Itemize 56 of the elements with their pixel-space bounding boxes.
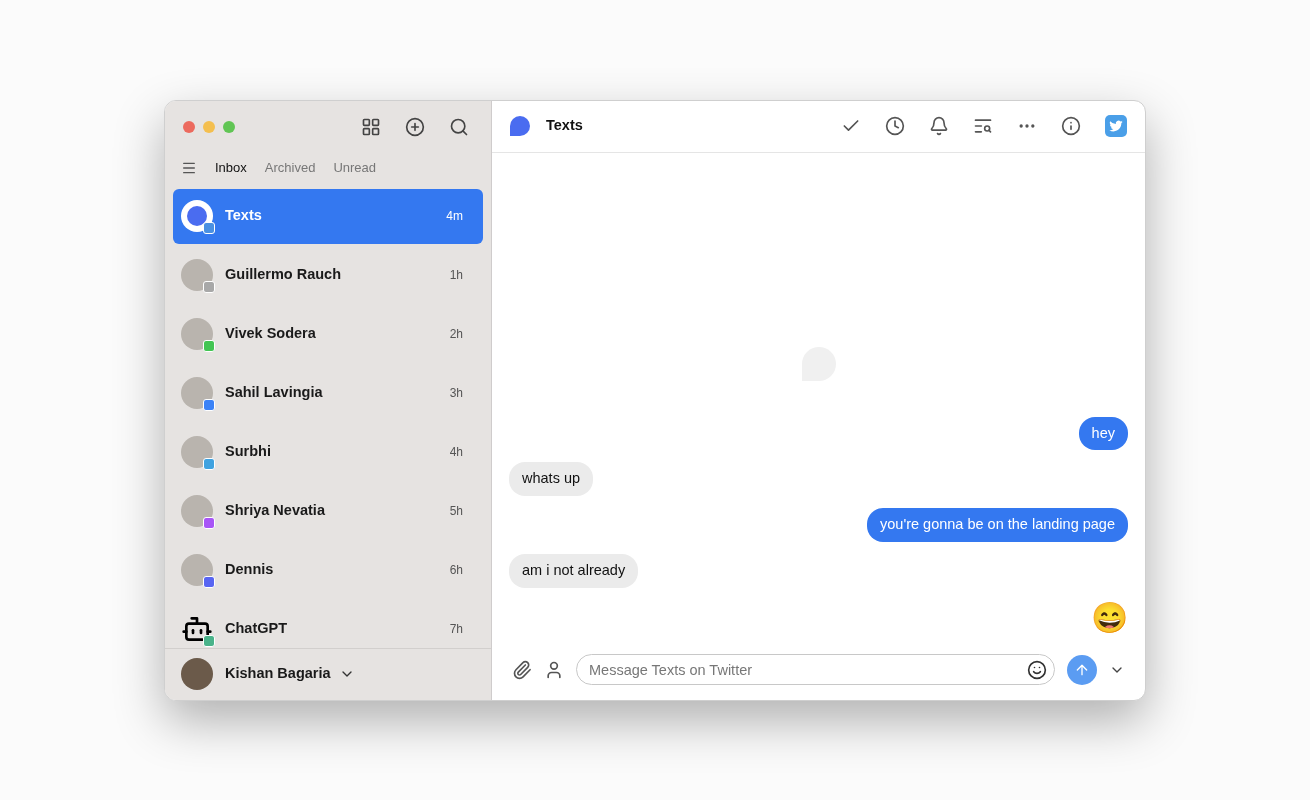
app-logo-icon xyxy=(181,200,213,232)
time-label: 3h xyxy=(449,385,464,401)
conversation-item[interactable]: Guillermo Rauch 1h xyxy=(173,247,483,303)
avatar xyxy=(181,377,213,409)
message-input[interactable]: Message Texts on Twitter xyxy=(576,654,1055,685)
info-icon[interactable] xyxy=(1061,116,1081,136)
time-label: 4m xyxy=(446,208,464,224)
time-label: 1h xyxy=(449,267,464,283)
sent-message: hey xyxy=(1078,416,1128,451)
contact-name: Shriya Nevatia xyxy=(225,501,325,521)
contact-name: Vivek Sodera xyxy=(225,324,316,344)
time-label: 6h xyxy=(449,562,464,578)
chat-title: Texts xyxy=(546,116,583,136)
contact-name: Dennis xyxy=(225,560,274,580)
conversation-item[interactable]: Dennis 6h xyxy=(173,542,483,598)
bird-app-icon[interactable] xyxy=(1105,115,1127,137)
time-label: 2h xyxy=(449,326,464,342)
emoji-message: 😄 xyxy=(1091,599,1128,636)
contact-name: Texts xyxy=(225,206,262,226)
filter-tab[interactable]: Unread xyxy=(333,157,377,178)
time-label: 7h xyxy=(449,621,464,637)
account-name[interactable]: Kishan Bagaria xyxy=(225,663,331,685)
send-button[interactable] xyxy=(1067,654,1097,685)
bell-icon[interactable] xyxy=(929,116,949,136)
search-in-chat-icon[interactable] xyxy=(973,116,993,136)
conversation-item[interactable]: Shriya Nevatia 5h xyxy=(173,483,483,539)
attachment-icon[interactable] xyxy=(512,659,532,680)
search-icon[interactable] xyxy=(449,116,469,137)
received-message: whats up xyxy=(509,462,594,496)
time-label: 5h xyxy=(449,503,464,519)
avatar xyxy=(181,259,213,291)
conversation-item[interactable]: Surbhi 4h xyxy=(173,424,483,480)
contact-name: Surbhi xyxy=(225,442,271,462)
sent-message: you're gonna be on the landing page xyxy=(867,508,1128,542)
avatar xyxy=(181,554,213,586)
conversation-item[interactable]: ChatGPT 7h xyxy=(173,601,483,648)
contact-name: Sahil Lavingia xyxy=(225,383,323,403)
filter-tab[interactable]: Inbox xyxy=(215,157,247,178)
clock-icon[interactable] xyxy=(885,116,905,136)
contact-name: ChatGPT xyxy=(225,619,288,639)
emoji-icon[interactable] xyxy=(1027,659,1047,680)
avatar xyxy=(181,436,213,468)
new-conversation-icon[interactable] xyxy=(405,116,425,137)
conversation-item[interactable]: Vivek Sodera 2h xyxy=(173,306,483,362)
avatar xyxy=(181,318,213,350)
contact-name: Guillermo Rauch xyxy=(225,265,342,285)
avatar xyxy=(181,658,213,690)
time-label: 4h xyxy=(449,444,464,460)
person-icon[interactable] xyxy=(544,659,564,680)
filter-tab[interactable]: Archived xyxy=(264,157,316,178)
conversation-item[interactable]: Texts 4m xyxy=(173,188,483,244)
conversation-item[interactable]: Sahil Lavingia 3h xyxy=(173,365,483,421)
grid-icon[interactable] xyxy=(361,116,381,137)
avatar xyxy=(181,495,213,527)
received-message: am i not already xyxy=(509,553,639,588)
app-logo-icon xyxy=(510,116,530,136)
